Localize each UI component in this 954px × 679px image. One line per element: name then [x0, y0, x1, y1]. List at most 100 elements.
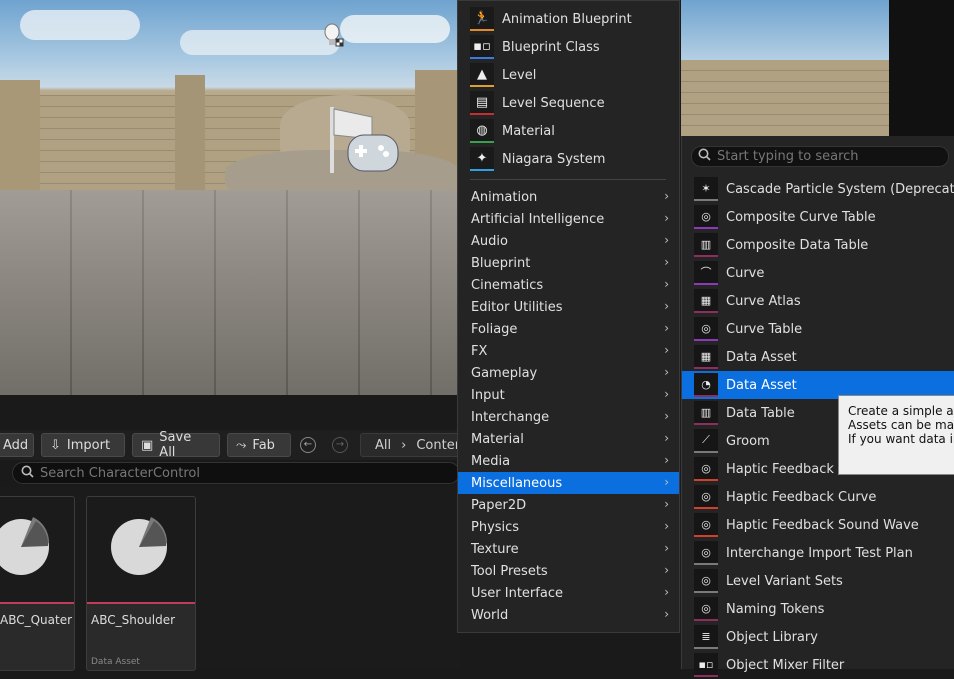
- submenu-item-haptic-feedback-curve[interactable]: ◎ Haptic Feedback Curve: [682, 483, 954, 511]
- chevron-right-icon: ›: [664, 475, 669, 489]
- category-cinematics[interactable]: Cinematics ›: [458, 274, 679, 296]
- submenu-item-data-asset[interactable]: ▦ Data Asset: [682, 343, 954, 371]
- tooltip-line: If you want data inh: [848, 432, 954, 446]
- save-all-button[interactable]: ▣ Save All: [132, 430, 220, 460]
- film-sequence-icon: ▤: [470, 91, 494, 115]
- player-start-icon[interactable]: [328, 105, 400, 177]
- category-texture[interactable]: Texture ›: [458, 538, 679, 560]
- asset-tile[interactable]: ABC_Shoulder Data Asset: [86, 496, 196, 671]
- category-label: Media: [471, 453, 511, 469]
- chevron-right-icon: ›: [664, 387, 669, 401]
- cloud: [340, 15, 450, 43]
- level-viewport[interactable]: [0, 0, 460, 395]
- fab-icon: ⤳: [236, 437, 247, 453]
- category-user-interface[interactable]: User Interface ›: [458, 582, 679, 604]
- chevron-right-icon: ›: [664, 343, 669, 357]
- menu-item-material[interactable]: ◍ Material: [458, 117, 679, 145]
- submenu-search-input[interactable]: Start typing to search: [691, 146, 949, 167]
- category-artificial-intelligence[interactable]: Artificial Intelligence ›: [458, 208, 679, 230]
- category-material[interactable]: Material ›: [458, 428, 679, 450]
- menu-item-label: Level Sequence: [502, 95, 605, 111]
- category-miscellaneous[interactable]: Miscellaneous ›: [458, 472, 679, 494]
- submenu-item-label: Composite Data Table: [726, 237, 869, 253]
- submenu-item-composite-curve-table[interactable]: ◎ Composite Curve Table: [682, 203, 954, 231]
- add-button[interactable]: Add: [0, 433, 34, 457]
- category-world[interactable]: World ›: [458, 604, 679, 626]
- submenu-item-label: Data Asset: [726, 377, 797, 393]
- submenu-item-composite-data-table[interactable]: ▥ Composite Data Table: [682, 231, 954, 259]
- submenu-item-interchange-import-test-plan[interactable]: ◎ Interchange Import Test Plan: [682, 539, 954, 567]
- history-back-icon[interactable]: ←: [300, 437, 316, 453]
- category-label: Blueprint: [471, 255, 531, 271]
- search-placeholder: Start typing to search: [717, 149, 859, 164]
- checker-sphere-icon: ◍: [470, 119, 494, 143]
- submenu-item-curve[interactable]: ⌒ Curve: [682, 259, 954, 287]
- submenu-item-cascade-particle-system-deprecated[interactable]: ✶ Cascade Particle System (Deprecated): [682, 175, 954, 203]
- category-physics[interactable]: Physics ›: [458, 516, 679, 538]
- category-label: Texture: [471, 541, 519, 557]
- category-label: Animation: [471, 189, 538, 205]
- menu-item-label: Blueprint Class: [502, 39, 600, 55]
- import-button[interactable]: ⇩ Import: [41, 433, 125, 457]
- breadcrumb-all[interactable]: All: [375, 438, 391, 453]
- content-browser-search-input[interactable]: Search CharacterControl: [12, 462, 460, 484]
- chevron-right-icon: ›: [664, 519, 669, 533]
- asset-name: ABC_Shoulder: [91, 613, 176, 627]
- data-asset-grid-icon: ▦: [694, 345, 718, 369]
- submenu-item-label: Object Mixer Filter: [726, 657, 845, 673]
- category-editor-utilities[interactable]: Editor Utilities ›: [458, 296, 679, 318]
- variant-sets-icon: ◎: [694, 569, 718, 593]
- category-fx[interactable]: FX ›: [458, 340, 679, 362]
- category-paper2d[interactable]: Paper2D ›: [458, 494, 679, 516]
- category-gameplay[interactable]: Gameplay ›: [458, 362, 679, 384]
- category-label: Tool Presets: [471, 563, 548, 579]
- submenu-item-object-library[interactable]: ≣ Object Library: [682, 623, 954, 651]
- object-library-icon: ≣: [694, 625, 718, 649]
- category-animation[interactable]: Animation ›: [458, 186, 679, 208]
- submenu-item-label: Curve: [726, 265, 765, 281]
- chevron-right-icon: ›: [664, 431, 669, 445]
- category-foliage[interactable]: Foliage ›: [458, 318, 679, 340]
- category-interchange[interactable]: Interchange ›: [458, 406, 679, 428]
- asset-tile[interactable]: ABC_Quater: [0, 496, 75, 671]
- submenu-item-label: Cascade Particle System (Deprecated): [726, 181, 954, 197]
- level-viewport-background: [681, 0, 889, 136]
- category-label: Interchange: [471, 409, 550, 425]
- submenu-item-label: Naming Tokens: [726, 601, 825, 617]
- submenu-item-label: Composite Curve Table: [726, 209, 876, 225]
- category-blueprint[interactable]: Blueprint ›: [458, 252, 679, 274]
- menu-item-blueprint-class[interactable]: ▪▫ Blueprint Class: [458, 33, 679, 61]
- fab-button[interactable]: ⤳ Fab: [227, 433, 291, 457]
- submenu-item-label: Curve Atlas: [726, 293, 801, 309]
- menu-item-level-sequence[interactable]: ▤ Level Sequence: [458, 89, 679, 117]
- submenu-item-object-mixer-filter[interactable]: ▪▫ Object Mixer Filter: [682, 651, 954, 679]
- submenu-item-label: Data Asset: [726, 349, 797, 365]
- category-audio[interactable]: Audio ›: [458, 230, 679, 252]
- menu-item-niagara-system[interactable]: ✦ Niagara System: [458, 145, 679, 173]
- submenu-item-haptic-feedback-sound-wave[interactable]: ◎ Haptic Feedback Sound Wave: [682, 511, 954, 539]
- light-bulb-icon[interactable]: [323, 22, 344, 50]
- chevron-right-icon: ›: [664, 453, 669, 467]
- add-button-label: Add: [3, 437, 29, 453]
- save-icon: ▣: [141, 437, 154, 453]
- menu-item-animation-blueprint[interactable]: 🏃 Animation Blueprint: [458, 5, 679, 33]
- category-input[interactable]: Input ›: [458, 384, 679, 406]
- category-label: Gameplay: [471, 365, 538, 381]
- submenu-item-curve-atlas[interactable]: ▦ Curve Atlas: [682, 287, 954, 315]
- asset-grid: ABC_Quater ABC_Shoulder Data Asset: [0, 486, 460, 671]
- chevron-right-icon: ›: [664, 211, 669, 225]
- category-media[interactable]: Media ›: [458, 450, 679, 472]
- chevron-right-icon: ›: [664, 365, 669, 379]
- submenu-item-level-variant-sets[interactable]: ◎ Level Variant Sets: [682, 567, 954, 595]
- submenu-item-naming-tokens[interactable]: ◎ Naming Tokens: [682, 595, 954, 623]
- curve-icon: ⌒: [694, 261, 718, 285]
- mountains-icon: ▲: [470, 63, 494, 87]
- history-forward-icon[interactable]: →: [332, 437, 348, 453]
- asset-name: ABC_Quater: [0, 613, 73, 627]
- curve-table-icon: ◎: [694, 205, 718, 229]
- breadcrumb-content[interactable]: Content: [416, 438, 459, 453]
- data-table-icon: ▥: [694, 401, 718, 425]
- menu-item-level[interactable]: ▲ Level: [458, 61, 679, 89]
- category-tool-presets[interactable]: Tool Presets ›: [458, 560, 679, 582]
- submenu-item-curve-table[interactable]: ◎ Curve Table: [682, 315, 954, 343]
